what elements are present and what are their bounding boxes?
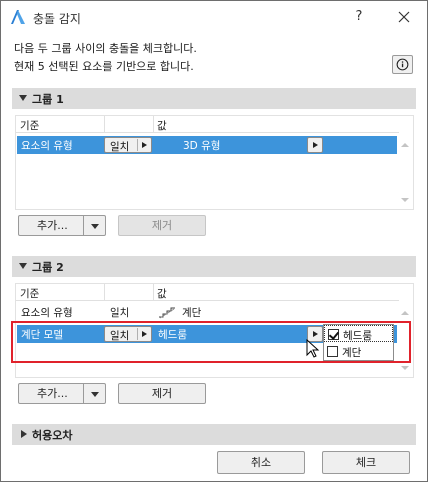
group2-add-button[interactable]: 추가... (18, 383, 106, 404)
header-divider (16, 300, 399, 301)
scroll-down-icon[interactable] (401, 198, 409, 202)
add-button-label: 추가... (37, 387, 68, 400)
arrow-right-icon (137, 139, 149, 151)
value-column-header: 값 (157, 120, 167, 132)
chevron-down-icon[interactable] (83, 384, 105, 403)
collapse-triangle-icon (19, 263, 27, 269)
app-logo-icon (11, 10, 25, 24)
column-divider (153, 116, 154, 132)
description-line-2: 현재 5 선택된 요소를 기반으로 합니다. (14, 60, 194, 73)
group2-header[interactable]: 그룹 2 (12, 256, 416, 277)
match-label: 일치 (110, 141, 130, 153)
group2-remove-button[interactable]: 제거 (118, 383, 206, 404)
stair-icon (159, 307, 175, 319)
table-row[interactable]: 요소의 유형 일치 계단 (17, 303, 397, 321)
checkbox[interactable] (328, 329, 339, 340)
popup-item-label: 계단 (342, 347, 362, 359)
column-divider (104, 284, 105, 300)
scroll-up-icon[interactable] (401, 143, 409, 147)
collapse-triangle-icon (19, 95, 27, 101)
group1-remove-button[interactable]: 제거 (118, 215, 206, 236)
value-column-header: 값 (157, 288, 167, 300)
scroll-up-icon[interactable] (401, 311, 409, 315)
column-divider (104, 116, 105, 132)
cancel-button[interactable]: 취소 (217, 451, 305, 474)
scroll-down-icon[interactable] (401, 366, 409, 370)
row-value: 계단 (182, 307, 202, 319)
row-criterion: 요소의 유형 (21, 307, 73, 319)
criteria-column-header: 기준 (20, 288, 40, 300)
value-dropdown-button[interactable] (307, 137, 323, 153)
checkbox[interactable] (327, 346, 338, 357)
window-title: 충돌 감지 (33, 12, 81, 26)
criteria-column-header: 기준 (20, 120, 40, 132)
popup-item-label: 헤드룸 (343, 330, 372, 342)
group1-header[interactable]: 그룹 1 (12, 88, 416, 109)
header-divider (16, 132, 399, 133)
group1-add-button[interactable]: 추가... (18, 215, 106, 236)
popup-item[interactable]: 헤드룸 (324, 325, 393, 342)
chevron-down-icon[interactable] (83, 216, 105, 235)
mouse-cursor-icon (306, 339, 320, 358)
popup-item[interactable]: 계단 (324, 343, 393, 360)
group2-title: 그룹 2 (32, 261, 64, 274)
row-criterion: 요소의 유형 (21, 140, 73, 152)
check-button[interactable]: 체크 (322, 451, 410, 474)
title-bar: 충돌 감지 ? (1, 1, 427, 33)
info-icon[interactable] (392, 55, 413, 74)
row-value: 3D 유형 (183, 140, 221, 152)
table-row[interactable]: 요소의 유형 일치 3D 유형 (17, 136, 397, 154)
value-checklist-popup: 헤드룸 계단 (323, 324, 394, 361)
close-icon[interactable] (393, 6, 415, 28)
group1-title: 그룹 1 (32, 93, 64, 106)
tolerance-title: 허용오차 (32, 429, 73, 442)
match-dropdown-button[interactable]: 일치 (104, 137, 152, 153)
row-match: 일치 (110, 307, 130, 319)
expand-triangle-icon (21, 430, 27, 438)
add-button-label: 추가... (37, 219, 68, 232)
tolerance-header[interactable]: 허용오차 (12, 424, 416, 445)
description-line-1: 다음 두 그룹 사이의 충돌을 체크합니다. (14, 42, 197, 55)
help-button[interactable]: ? (348, 6, 370, 28)
clash-detection-dialog: 충돌 감지 ? 다음 두 그룹 사이의 충돌을 체크합니다. 현재 5 선택된 … (0, 0, 428, 482)
group1-criteria-table: 기준 값 요소의 유형 일치 3D 유형 (15, 115, 414, 210)
column-divider (153, 284, 154, 300)
